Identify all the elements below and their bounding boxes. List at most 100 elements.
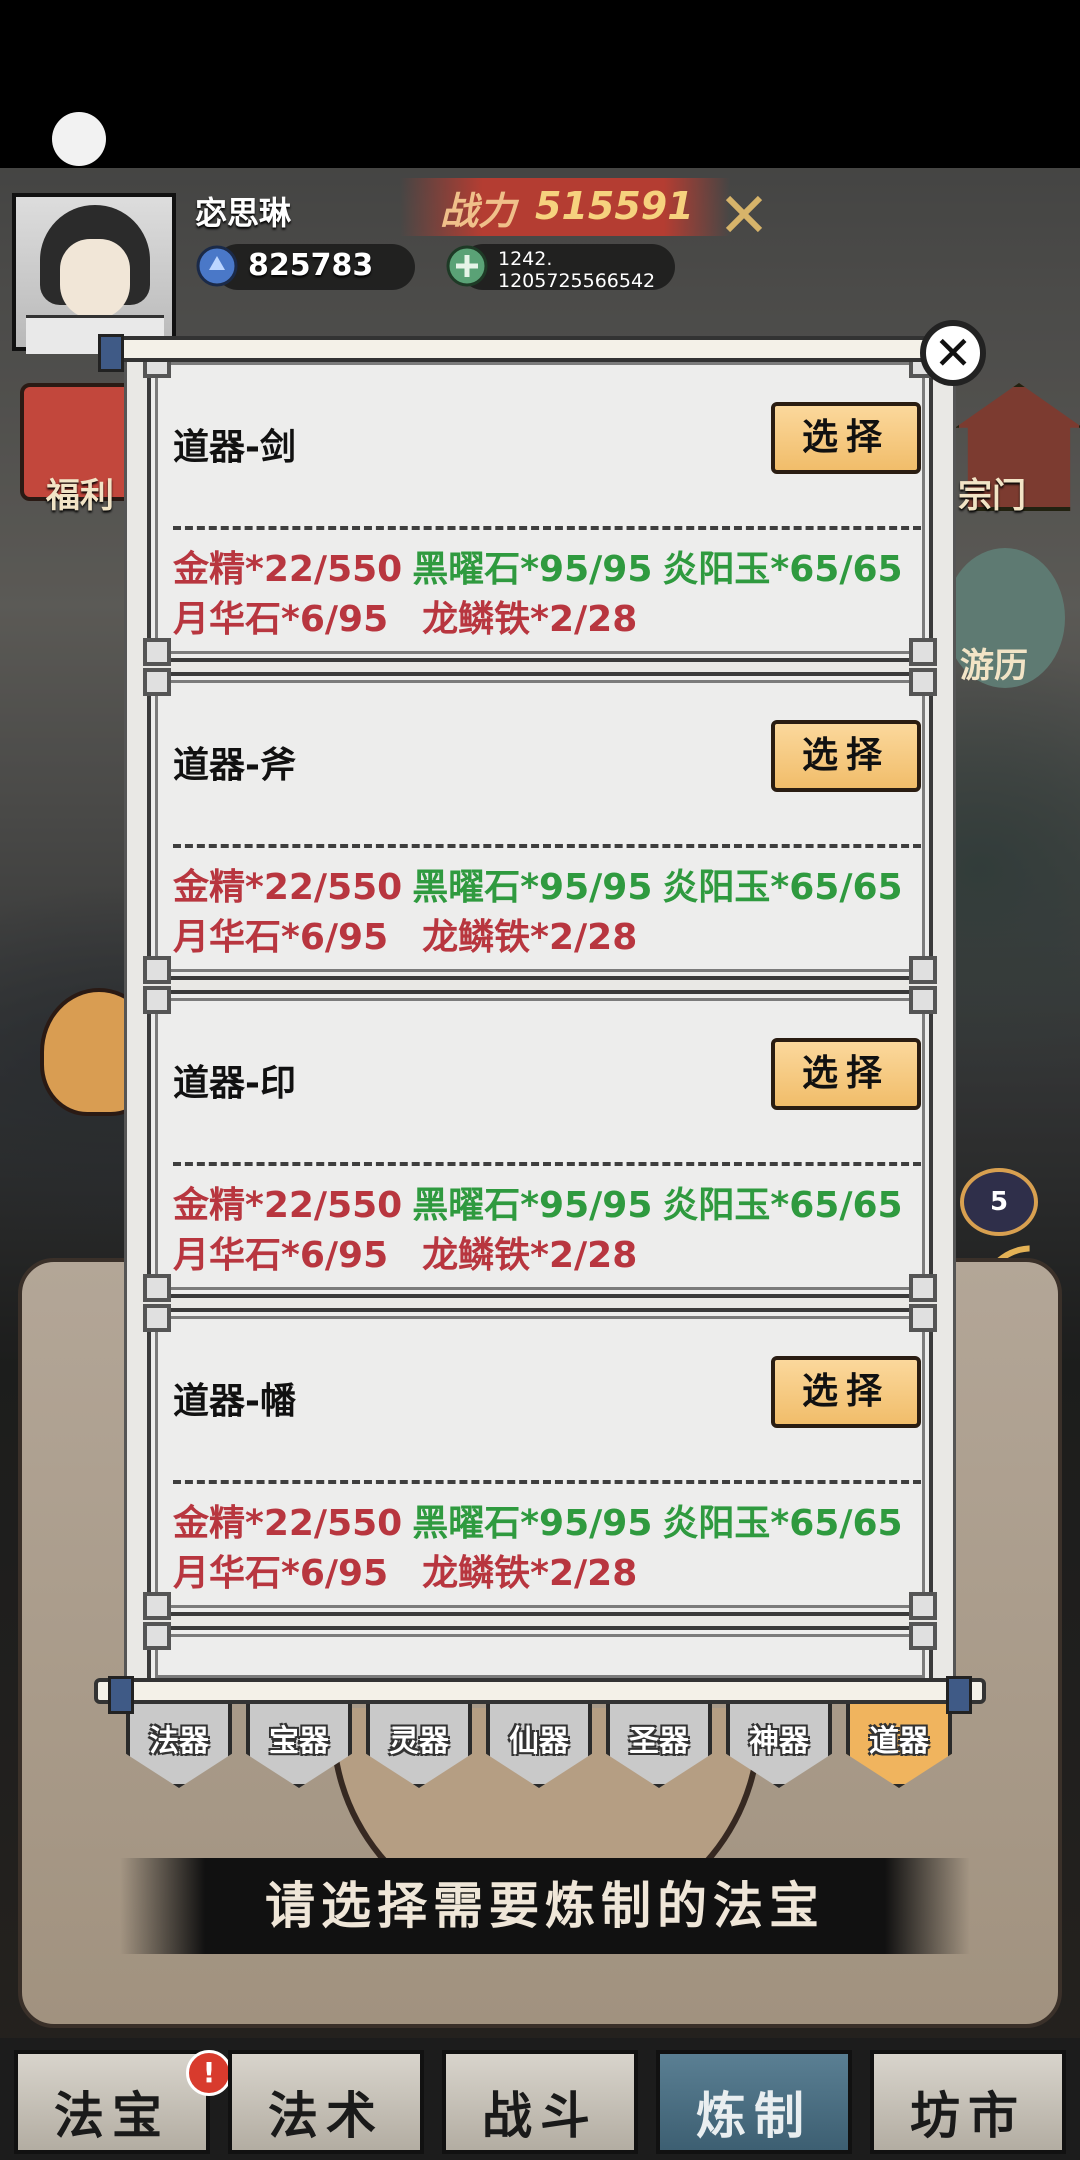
select-label: 选择 <box>801 1371 890 1412</box>
tab-shengqi[interactable]: 圣器 <box>606 1698 712 1788</box>
status-bar <box>0 0 1080 168</box>
materials-row-2: 月华石*6/95 龙鳞铁*2/28 <box>173 908 637 960</box>
select-treasure-dialog: 道器-剑 选择 金精*22/550 黑曜石*95/95 炎阳玉*65/65 月华石*… <box>124 344 956 1696</box>
forge-prompt: 请选择需要炼制的法宝 <box>265 1877 825 1935</box>
material-heiyaoshi: 黑曜石*95/95 <box>412 1185 653 1226</box>
tab-label: 灵器 <box>389 1724 449 1759</box>
treasure-card: 道器-斧 选择 金精*22/550 黑曜石*95/95 炎阳玉*65/65 月华石*… <box>143 668 937 984</box>
currency1-value: 825783 <box>248 248 374 283</box>
welfare-label[interactable]: 福利 <box>46 468 114 517</box>
material-longlintie: 龙鳞铁*2/28 <box>422 599 638 640</box>
currency2-value-line1: 1242. <box>498 248 553 270</box>
nav-lianzhi[interactable]: 炼制 <box>656 2050 852 2154</box>
nav-label: 炼制 <box>696 2087 812 2145</box>
crossed-swords-icon <box>725 195 763 233</box>
material-yuehuashi: 月华石*6/95 <box>173 1553 389 1594</box>
player-name: 宓思琳 <box>195 194 292 232</box>
material-yuehuashi: 月华石*6/95 <box>173 1235 389 1276</box>
material-longlintie: 龙鳞铁*2/28 <box>422 1235 638 1276</box>
materials-row-2: 月华石*6/95 龙鳞铁*2/28 <box>173 1226 637 1278</box>
material-yanyangyu: 炎阳玉*65/65 <box>662 1185 903 1226</box>
select-label: 选择 <box>801 417 890 458</box>
tab-daoqi[interactable]: 道器 <box>846 1698 952 1788</box>
material-heiyaoshi: 黑曜石*95/95 <box>412 1503 653 1544</box>
tab-shenqi[interactable]: 神器 <box>726 1698 832 1788</box>
scroll-rod-bottom <box>94 1676 986 1714</box>
material-jinjing: 金精*22/550 <box>173 549 403 590</box>
tab-label: 道器 <box>869 1724 929 1759</box>
spirit-stone-icon <box>196 245 238 287</box>
jade-gourd-icon <box>446 245 488 287</box>
select-button[interactable]: 选择 <box>771 402 921 474</box>
nav-label: 战斗 <box>482 2087 598 2145</box>
currency2-value-line2: 1205725566542 <box>498 270 656 292</box>
material-longlintie: 龙鳞铁*2/28 <box>422 917 638 958</box>
scroll-rod-top <box>98 334 976 372</box>
material-heiyaoshi: 黑曜石*95/95 <box>412 867 653 908</box>
nav-fangshi[interactable]: 坊市 <box>870 2050 1066 2154</box>
dashed-divider <box>173 844 921 848</box>
rod-cap <box>108 1676 134 1714</box>
nav-zhandou[interactable]: 战斗 <box>442 2050 638 2154</box>
select-label: 选择 <box>801 1053 890 1094</box>
materials-row-1: 金精*22/550 黑曜石*95/95 炎阳玉*65/65 <box>173 858 903 910</box>
treasure-card: 道器-幡 选择 金精*22/550 黑曜石*95/95 炎阳玉*65/65 月华石*… <box>143 1304 937 1620</box>
treasure-title: 道器-幡 <box>173 1381 296 1422</box>
treasure-card: 道器-剑 选择 金精*22/550 黑曜石*95/95 炎阳玉*65/65 月华石*… <box>143 350 937 666</box>
material-yanyangyu: 炎阳玉*65/65 <box>662 549 903 590</box>
treasure-title: 道器-印 <box>173 1063 296 1104</box>
nav-label: 法宝 <box>54 2087 170 2145</box>
material-yuehuashi: 月华石*6/95 <box>173 599 389 640</box>
nav-label: 坊市 <box>910 2087 1026 2145</box>
material-yanyangyu: 炎阳玉*65/65 <box>662 867 903 908</box>
travel-label[interactable]: 游历 <box>960 638 1028 687</box>
bottom-nav: 法宝 ! 法术 战斗 炼制 坊市 <box>0 2038 1080 2160</box>
alert-badge: ! <box>186 2050 232 2096</box>
rod-cap <box>946 1676 972 1714</box>
tab-label: 宝器 <box>269 1724 329 1759</box>
materials-row-1: 金精*22/550 黑曜石*95/95 炎阳玉*65/65 <box>173 1494 903 1546</box>
tab-label: 仙器 <box>509 1724 569 1759</box>
materials-row-1: 金精*22/550 黑曜石*95/95 炎阳玉*65/65 <box>173 1176 903 1228</box>
tab-label: 圣器 <box>629 1724 689 1759</box>
close-button[interactable]: ✕ <box>920 320 986 386</box>
treasure-list[interactable]: 道器-剑 选择 金精*22/550 黑曜石*95/95 炎阳玉*65/65 月华石*… <box>127 344 953 1696</box>
nav-label: 法术 <box>268 2087 384 2145</box>
material-jinjing: 金精*22/550 <box>173 1185 403 1226</box>
material-heiyaoshi: 黑曜石*95/95 <box>412 549 653 590</box>
count-badge[interactable]: 5 <box>960 1168 1038 1236</box>
tab-label: 神器 <box>749 1724 809 1759</box>
sect-label[interactable]: 宗门 <box>958 468 1026 517</box>
select-button[interactable]: 选择 <box>771 1038 921 1110</box>
treasure-title: 道器-斧 <box>173 745 296 786</box>
dashed-divider <box>173 1480 921 1484</box>
nav-fabao[interactable]: 法宝 ! <box>14 2050 232 2154</box>
treasure-card: 道器-印 选择 金精*22/550 黑曜石*95/95 炎阳玉*65/65 月华石*… <box>143 986 937 1302</box>
tab-baoqi[interactable]: 宝器 <box>246 1698 352 1788</box>
treasure-title: 道器-剑 <box>173 427 296 468</box>
material-jinjing: 金精*22/550 <box>173 867 403 908</box>
material-jinjing: 金精*22/550 <box>173 1503 403 1544</box>
dashed-divider <box>173 1162 921 1166</box>
tab-faqi[interactable]: 法器 <box>126 1698 232 1788</box>
dashed-divider <box>173 526 921 530</box>
material-yanyangyu: 炎阳玉*65/65 <box>662 1503 903 1544</box>
player-avatar[interactable] <box>12 193 176 354</box>
power-label: 战力 <box>440 189 517 233</box>
material-yuehuashi: 月华石*6/95 <box>173 917 389 958</box>
tab-label: 法器 <box>149 1724 209 1759</box>
select-label: 选择 <box>801 735 890 776</box>
materials-row-1: 金精*22/550 黑曜石*95/95 炎阳玉*65/65 <box>173 540 903 592</box>
status-indicator-dot <box>52 112 106 166</box>
tab-lingqi[interactable]: 灵器 <box>366 1698 472 1788</box>
material-longlintie: 龙鳞铁*2/28 <box>422 1553 638 1594</box>
select-button[interactable]: 选择 <box>771 1356 921 1428</box>
materials-row-2: 月华石*6/95 龙鳞铁*2/28 <box>173 1544 637 1596</box>
nav-fashu[interactable]: 法术 <box>228 2050 424 2154</box>
materials-row-2: 月华石*6/95 龙鳞铁*2/28 <box>173 590 637 642</box>
tab-xianqi[interactable]: 仙器 <box>486 1698 592 1788</box>
power-value: 515591 <box>535 184 694 228</box>
rod-cap <box>98 334 124 372</box>
select-button[interactable]: 选择 <box>771 720 921 792</box>
treasure-card-partial <box>143 1622 937 1686</box>
